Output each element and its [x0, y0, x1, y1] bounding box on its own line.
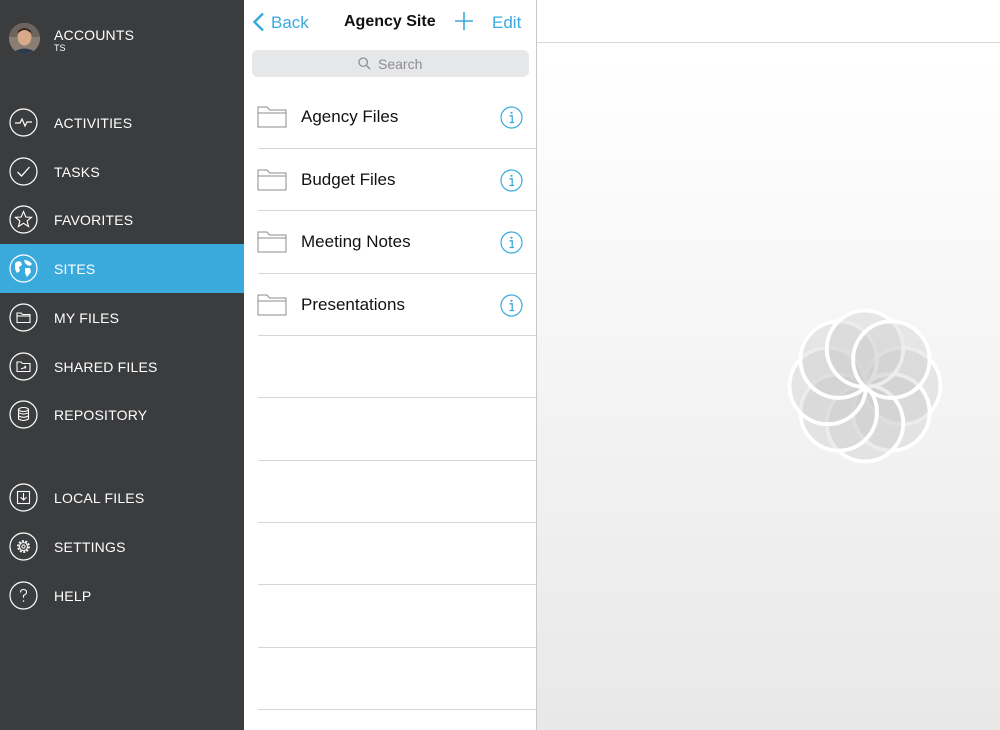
row-separator — [258, 460, 536, 461]
alfresco-flower-logo — [787, 308, 943, 464]
folder-name: Agency Files — [301, 107, 399, 126]
sidebar-item-local-files[interactable]: LOCAL FILES — [0, 473, 244, 522]
sidebar-item-sites[interactable]: SITES — [0, 244, 244, 293]
folder-icon — [257, 294, 287, 316]
gear-icon — [9, 532, 38, 561]
sidebar-item-label: HELP — [54, 588, 92, 604]
list-item[interactable]: Budget Files — [244, 149, 536, 211]
folder-icon — [257, 169, 287, 191]
back-label: Back — [271, 13, 309, 32]
info-icon[interactable] — [500, 294, 523, 317]
sidebar-item-label: REPOSITORY — [54, 407, 148, 423]
info-icon[interactable] — [500, 231, 523, 254]
activity-icon — [9, 108, 38, 137]
row-separator — [258, 397, 536, 398]
sidebar-item-label: LOCAL FILES — [54, 490, 145, 506]
detail-header — [537, 0, 1000, 43]
chevron-left-icon — [252, 12, 264, 32]
sidebar-item-settings[interactable]: SETTINGS — [0, 522, 244, 571]
sidebar-item-label: TASKS — [54, 164, 100, 180]
sidebar-item-repository[interactable]: REPOSITORY — [0, 390, 244, 439]
checkmark-icon — [9, 157, 38, 186]
site-contents-pane: Back Agency Site Edit Search Agency File… — [244, 0, 536, 730]
question-icon — [9, 581, 38, 610]
edit-button[interactable]: Edit — [492, 13, 521, 33]
sidebar-item-label: ACTIVITIES — [54, 115, 133, 131]
folder-name: Presentations — [301, 295, 405, 314]
row-separator — [258, 709, 536, 710]
sidebar-item-label: SETTINGS — [54, 539, 126, 555]
sidebar-item-favorites[interactable]: FAVORITES — [0, 195, 244, 244]
database-icon — [9, 400, 38, 429]
add-button[interactable] — [454, 11, 474, 31]
sidebar-item-my-files[interactable]: MY FILES — [0, 293, 244, 342]
detail-pane — [537, 0, 1000, 730]
logo-petal — [851, 319, 932, 400]
sidebar: ACCOUNTS TS ACTIVITIES TASKS FAVORITES S… — [0, 0, 244, 730]
row-separator — [258, 647, 536, 648]
search-placeholder: Search — [378, 56, 423, 72]
row-separator — [258, 584, 536, 585]
list-item[interactable]: Meeting Notes — [244, 211, 536, 273]
download-tray-icon — [9, 483, 38, 512]
info-icon[interactable] — [500, 106, 523, 129]
search-input[interactable]: Search — [252, 50, 529, 77]
accounts-button[interactable]: ACCOUNTS TS — [0, 0, 244, 78]
navigation-bar: Back Agency Site Edit — [244, 0, 536, 44]
sidebar-item-shared-files[interactable]: SHARED FILES — [0, 342, 244, 391]
sidebar-item-tasks[interactable]: TASKS — [0, 147, 244, 196]
folder-icon — [257, 231, 287, 253]
shared-folder-icon — [9, 352, 38, 381]
row-separator — [258, 335, 536, 336]
folder-name: Budget Files — [301, 170, 396, 189]
search-icon — [358, 57, 371, 70]
plus-icon — [455, 12, 473, 30]
row-separator — [258, 522, 536, 523]
page-title: Agency Site — [344, 13, 436, 30]
folder-icon — [9, 303, 38, 332]
account-initials: TS — [54, 43, 66, 53]
sidebar-item-label: SHARED FILES — [54, 359, 158, 375]
sidebar-item-label: MY FILES — [54, 310, 120, 326]
list-item[interactable]: Agency Files — [244, 86, 536, 148]
sidebar-item-label: SITES — [54, 261, 96, 277]
folder-name: Meeting Notes — [301, 232, 411, 251]
avatar — [9, 23, 40, 54]
info-icon[interactable] — [500, 169, 523, 192]
sidebar-item-activities[interactable]: ACTIVITIES — [0, 98, 244, 147]
list-item[interactable]: Presentations — [244, 274, 536, 336]
folder-icon — [257, 106, 287, 128]
accounts-title: ACCOUNTS — [54, 27, 135, 43]
sidebar-item-label: FAVORITES — [54, 212, 134, 228]
globe-icon — [9, 254, 38, 283]
star-icon — [9, 205, 38, 234]
sidebar-item-help[interactable]: HELP — [0, 571, 244, 620]
